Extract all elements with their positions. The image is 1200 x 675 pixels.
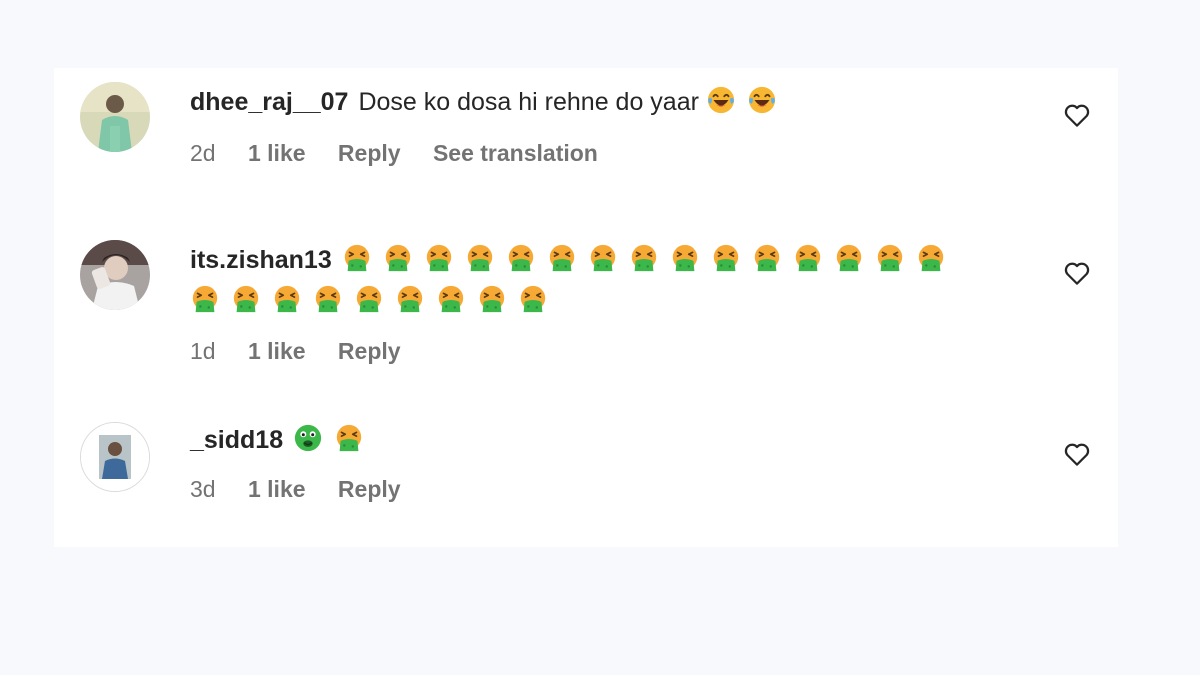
- vomiting-emoji-icon: [477, 284, 507, 314]
- comment-meta: 3d 1 like Reply: [190, 476, 427, 503]
- see-translation-button[interactable]: See translation: [433, 140, 598, 166]
- vomiting-emoji-icon: [670, 243, 700, 273]
- vomiting-emoji-icon: [395, 284, 425, 314]
- comment-body: _sidd18: [190, 420, 978, 461]
- vomiting-emoji-icon: [834, 243, 864, 273]
- vomiting-emoji-icon: [342, 243, 372, 273]
- reply-button[interactable]: Reply: [338, 140, 401, 166]
- nauseated-emoji-icon: [293, 423, 323, 453]
- comment-username[interactable]: dhee_raj__07: [190, 88, 348, 116]
- vomiting-emoji-icon: [916, 243, 946, 273]
- heart-outline-icon[interactable]: [1062, 439, 1092, 469]
- like-count-button[interactable]: 1 like: [248, 476, 306, 502]
- comment-meta: 2d 1 like Reply See translation: [190, 140, 624, 167]
- vomiting-emoji-icon: [547, 243, 577, 273]
- heart-outline-icon[interactable]: [1062, 100, 1092, 130]
- vomiting-emoji-icon: [465, 243, 495, 273]
- reply-button[interactable]: Reply: [338, 338, 401, 364]
- vomiting-emoji-icon: [231, 284, 261, 314]
- vomiting-emoji-icon: [752, 243, 782, 273]
- comment-time: 1d: [190, 338, 216, 364]
- comment-username[interactable]: _sidd18: [190, 426, 283, 454]
- comments-panel: dhee_raj__07 Dose ko dosa hi rehne do yaa…: [54, 68, 1118, 547]
- vomiting-emoji-icon: [190, 284, 220, 314]
- reply-button[interactable]: Reply: [338, 476, 401, 502]
- vomiting-emoji-icon: [334, 423, 364, 453]
- laughing-tears-emoji-icon: [706, 85, 736, 115]
- vomiting-emoji-icon: [383, 243, 413, 273]
- laughing-tears-emoji-icon: [747, 85, 777, 115]
- comment-time: 2d: [190, 140, 216, 166]
- heart-outline-icon[interactable]: [1062, 258, 1092, 288]
- vomiting-emoji-icon: [424, 243, 454, 273]
- vomiting-emoji-icon: [629, 243, 659, 273]
- vomiting-emoji-icon: [354, 284, 384, 314]
- comment-body: dhee_raj__07 Dose ko dosa hi rehne do yaa…: [190, 82, 978, 123]
- comment-emojis: [293, 423, 375, 454]
- comment-username[interactable]: its.zishan13: [190, 246, 332, 274]
- comment-time: 3d: [190, 476, 216, 502]
- vomiting-emoji-icon: [518, 284, 548, 314]
- comment-body: its.zishan13: [190, 240, 978, 322]
- vomiting-emoji-icon: [711, 243, 741, 273]
- like-count-button[interactable]: 1 like: [248, 140, 306, 166]
- vomiting-emoji-icon: [793, 243, 823, 273]
- comment-meta: 1d 1 like Reply: [190, 338, 427, 365]
- comment-text: Dose ko dosa hi rehne do yaar: [358, 88, 699, 116]
- avatar[interactable]: [80, 422, 150, 492]
- like-count-button[interactable]: 1 like: [248, 338, 306, 364]
- vomiting-emoji-icon: [313, 284, 343, 314]
- vomiting-emoji-icon: [506, 243, 536, 273]
- vomiting-emoji-icon: [875, 243, 905, 273]
- avatar[interactable]: [80, 240, 150, 310]
- avatar[interactable]: [80, 82, 150, 152]
- comment-emojis: [706, 85, 788, 116]
- vomiting-emoji-icon: [436, 284, 466, 314]
- vomiting-emoji-icon: [588, 243, 618, 273]
- vomiting-emoji-icon: [272, 284, 302, 314]
